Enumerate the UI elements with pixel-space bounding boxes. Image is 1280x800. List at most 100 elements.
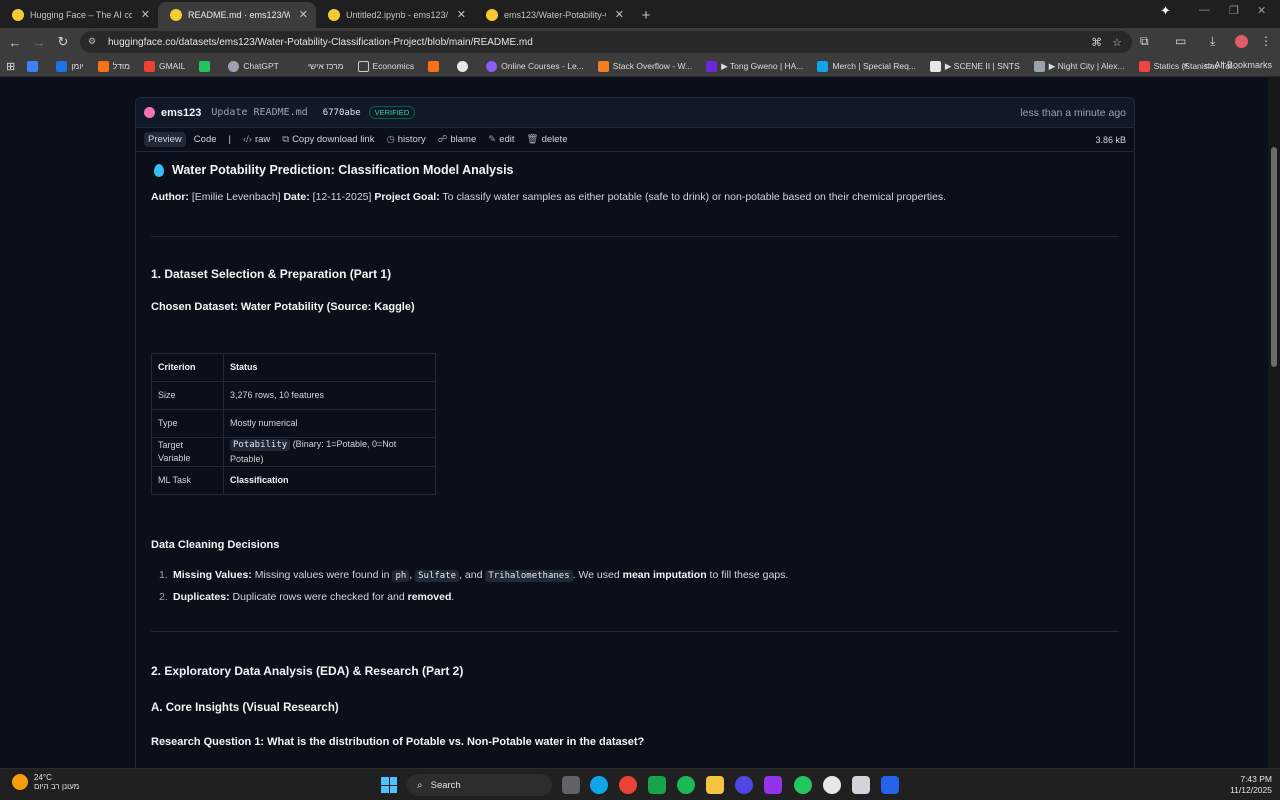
bookmark-item[interactable]: ChatGPT bbox=[228, 60, 279, 72]
close-icon[interactable]: ✕ bbox=[299, 8, 308, 21]
inline-code: Trihalomethanes bbox=[485, 569, 573, 582]
profile-avatar[interactable] bbox=[1235, 35, 1248, 48]
hugging-face-icon bbox=[12, 9, 24, 21]
bookmark-favicon bbox=[97, 60, 109, 72]
site-info-icon[interactable]: ⚙ bbox=[88, 36, 100, 48]
all-bookmarks-button[interactable]: ▭ All Bookmarks bbox=[1204, 60, 1272, 71]
tab-label: README.md · ems123/Water-P bbox=[188, 10, 290, 20]
subsection-heading: Chosen Dataset: Water Potability (Source… bbox=[151, 300, 415, 313]
temperature: 24°C bbox=[34, 773, 52, 782]
list-item: 2. Duplicates: Duplicate rows were checke… bbox=[159, 590, 455, 603]
raw-link[interactable]: ‹/› raw bbox=[243, 134, 270, 145]
table-row: Size 3,276 rows, 10 features bbox=[151, 381, 436, 410]
subsection-heading: A. Core Insights (Visual Research) bbox=[151, 702, 339, 715]
forward-icon[interactable]: → bbox=[27, 30, 51, 54]
chrome-icon[interactable] bbox=[619, 776, 637, 794]
table-row: Target Variable Potability (Binary: 1=Po… bbox=[151, 437, 436, 467]
close-icon[interactable]: ✕ bbox=[141, 8, 150, 21]
bookmark-item[interactable] bbox=[428, 60, 443, 72]
close-icon[interactable]: ✕ bbox=[457, 8, 466, 21]
history-link[interactable]: ◷ history bbox=[386, 134, 425, 145]
commit-hash[interactable]: 6770abe bbox=[323, 108, 361, 118]
tab-strip: Hugging Face – The AI commu ✕ README.md … bbox=[0, 0, 1280, 28]
author-line: Author: [Emilie Levenbach] Date: [12-11-… bbox=[151, 191, 947, 203]
translate-icon[interactable]: ⌘ bbox=[1091, 36, 1102, 49]
reload-icon[interactable]: ↻ bbox=[51, 30, 75, 54]
tab-code[interactable]: Code bbox=[194, 134, 217, 145]
snipping-tool-icon[interactable] bbox=[852, 776, 870, 794]
bookmark-item[interactable] bbox=[457, 60, 472, 72]
chrome-icon[interactable] bbox=[794, 776, 812, 794]
page-title: Water Potability Prediction: Classificat… bbox=[151, 158, 1119, 182]
system-clock[interactable]: 7:43 PM 11/12/2025 bbox=[1230, 774, 1272, 796]
weather-widget[interactable]: 24°C מעונן רב היום bbox=[12, 773, 79, 791]
app-icon[interactable] bbox=[764, 776, 782, 794]
tab-notebook[interactable]: Untitled2.ipynb - ems123/Wate ✕ bbox=[316, 2, 474, 28]
bookmark-item[interactable]: Stack Overflow - W... bbox=[597, 60, 692, 72]
taskbar-search[interactable]: ⌕ Search bbox=[407, 774, 552, 796]
github-icon[interactable] bbox=[823, 776, 841, 794]
excel-icon[interactable] bbox=[648, 776, 666, 794]
bookmark-item[interactable] bbox=[199, 60, 214, 72]
restore-button[interactable]: ❐ bbox=[1229, 4, 1239, 17]
address-bar[interactable]: ⚙ huggingface.co/datasets/ems123/Water-P… bbox=[80, 31, 1132, 53]
dataset-table: Criterion Status Size 3,276 rows, 10 fea… bbox=[151, 353, 436, 496]
table-cell: Type bbox=[151, 409, 224, 438]
word-icon[interactable] bbox=[881, 776, 899, 794]
extensions-icon[interactable]: ⧉ bbox=[1140, 34, 1149, 49]
scrollbar-thumb[interactable] bbox=[1271, 147, 1277, 367]
bookmark-item[interactable] bbox=[27, 60, 42, 72]
url-text: huggingface.co/datasets/ems123/Water-Pot… bbox=[108, 36, 533, 48]
spotify-icon[interactable] bbox=[677, 776, 695, 794]
minimize-button[interactable]: — bbox=[1199, 4, 1210, 16]
window-close-button[interactable]: ✕ bbox=[1257, 4, 1266, 17]
menu-icon[interactable]: ⋮ bbox=[1260, 34, 1272, 48]
tab-label: ems123/Water-Potability-Class bbox=[504, 10, 606, 20]
tab-preview[interactable]: Preview bbox=[144, 132, 186, 147]
bookmark-item[interactable]: Online Courses - Le... bbox=[486, 60, 584, 72]
table-cell: Mostly numerical bbox=[223, 409, 436, 438]
bookmark-star-icon[interactable]: ☆ bbox=[1112, 36, 1122, 49]
task-view-icon[interactable] bbox=[562, 776, 580, 794]
weather-text: מעונן רב היום bbox=[34, 782, 80, 791]
bookmark-item[interactable]: מודל bbox=[97, 60, 130, 72]
table-cell: 3,276 rows, 10 features bbox=[223, 381, 436, 410]
zoom-icon[interactable] bbox=[735, 776, 753, 794]
bookmark-folder[interactable]: Economics bbox=[357, 60, 414, 72]
section-heading: 1. Dataset Selection & Preparation (Part… bbox=[151, 266, 392, 281]
bookmark-item[interactable]: GMAIL bbox=[143, 60, 185, 72]
more-bookmarks-icon[interactable]: » bbox=[1183, 60, 1188, 71]
table-header-row: Criterion Status bbox=[151, 353, 436, 382]
blame-link[interactable]: ☍ blame bbox=[438, 134, 477, 145]
edge-icon[interactable] bbox=[590, 776, 608, 794]
page-scrollbar[interactable] bbox=[1268, 77, 1280, 768]
tab-readme[interactable]: README.md · ems123/Water-P ✕ bbox=[158, 2, 316, 28]
start-button[interactable] bbox=[381, 777, 397, 793]
back-icon[interactable]: ← bbox=[3, 30, 27, 54]
tab-project[interactable]: ems123/Water-Potability-Class ✕ bbox=[474, 2, 632, 28]
divider bbox=[151, 631, 1119, 633]
delete-link[interactable]: 🗑 delete bbox=[527, 134, 568, 145]
tab-hugging-face[interactable]: Hugging Face – The AI commu ✕ bbox=[0, 2, 158, 28]
download-icon[interactable]: ⤓ bbox=[1210, 34, 1215, 49]
file-actions-bar: Preview Code | ‹/› raw ⧉ Copy download lin… bbox=[136, 128, 1134, 152]
gemini-icon[interactable]: ✦ bbox=[1160, 3, 1171, 19]
bookmark-item[interactable]: ▶ Night City | Alex... bbox=[1033, 60, 1125, 72]
file-explorer-icon[interactable] bbox=[706, 776, 724, 794]
inline-code: Potability bbox=[230, 439, 291, 452]
code-icon: ‹/› bbox=[242, 134, 252, 145]
commit-message[interactable]: Update README.md bbox=[211, 107, 307, 118]
tab-search-icon[interactable]: ▭ bbox=[1175, 34, 1186, 48]
new-tab-button[interactable]: + bbox=[632, 2, 660, 28]
commit-user[interactable]: ems123 bbox=[161, 107, 201, 119]
bookmark-item[interactable]: ▶ SCENE II | SNTS bbox=[929, 60, 1020, 72]
folder-icon bbox=[357, 60, 369, 72]
copy-download-link[interactable]: ⧉ Copy download link bbox=[282, 134, 374, 145]
apps-icon[interactable]: ⊞ bbox=[6, 60, 15, 73]
close-icon[interactable]: ✕ bbox=[615, 8, 624, 21]
bookmark-item[interactable]: Merch | Special Req... bbox=[817, 60, 916, 72]
bookmark-item[interactable]: מרכז אישי bbox=[292, 60, 344, 72]
bookmark-item[interactable]: ▶ Tong Gweno | HA... bbox=[706, 60, 803, 72]
bookmark-item[interactable]: יומן bbox=[56, 60, 84, 72]
edit-link[interactable]: ✎ edit bbox=[488, 134, 514, 145]
